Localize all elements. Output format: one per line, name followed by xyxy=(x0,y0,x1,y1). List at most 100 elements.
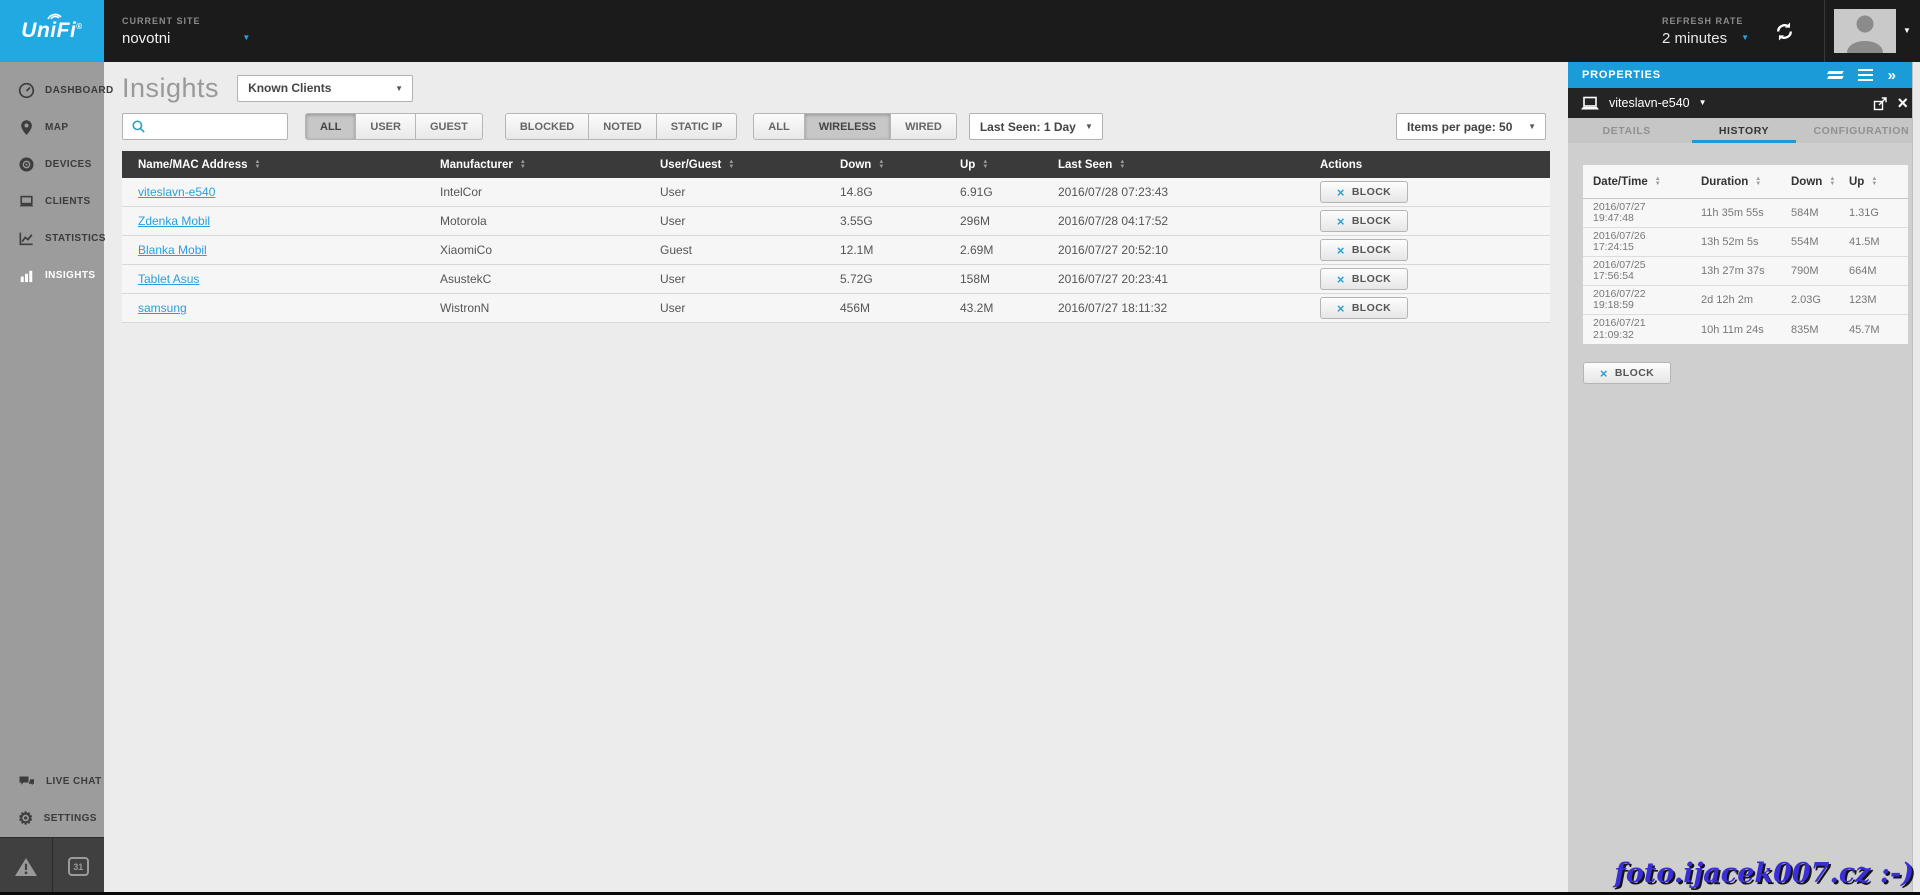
user-guest-value: User xyxy=(660,214,840,228)
chat-bubbles-icon xyxy=(18,774,36,790)
col-manufacturer[interactable]: Manufacturer xyxy=(440,159,660,171)
filter-conn-all-button[interactable]: ALL xyxy=(753,113,804,140)
refresh-icon[interactable] xyxy=(1773,20,1796,43)
sort-icon[interactable] xyxy=(520,160,526,170)
client-name-link[interactable]: viteslavn-e540 xyxy=(138,185,215,199)
hcol-duration[interactable]: Duration xyxy=(1701,176,1791,188)
sidebar-item-clients[interactable]: CLIENTS xyxy=(0,183,104,220)
block-x-icon xyxy=(1337,244,1345,257)
sort-icon[interactable] xyxy=(255,160,261,170)
client-name-link[interactable]: samsung xyxy=(138,301,187,315)
hcol-datetime[interactable]: Date/Time xyxy=(1583,176,1701,188)
menu-icon[interactable] xyxy=(1858,66,1873,84)
refresh-rate-label: REFRESH RATE xyxy=(1662,16,1749,26)
filter-all-button[interactable]: ALL xyxy=(305,113,356,140)
block-button[interactable]: BLOCK xyxy=(1320,268,1408,290)
top-bar: UniFi® CURRENT SITE novotni REFRESH RATE… xyxy=(0,0,1920,62)
sort-icon[interactable] xyxy=(982,160,988,170)
filter-static-ip-button[interactable]: STATIC IP xyxy=(657,113,738,140)
filter-wired-button[interactable]: WIRED xyxy=(891,113,957,140)
col-last-seen[interactable]: Last Seen xyxy=(1058,159,1320,171)
block-button[interactable]: BLOCK xyxy=(1320,181,1408,203)
hcol-down[interactable]: Down xyxy=(1791,176,1849,188)
sidebar-item-label: STATISTICS xyxy=(45,233,106,244)
block-button[interactable]: BLOCK xyxy=(1320,239,1408,261)
sort-icon[interactable] xyxy=(1871,177,1877,187)
current-site-selector[interactable]: CURRENT SITE novotni xyxy=(122,0,250,62)
panel-block-button[interactable]: BLOCK xyxy=(1583,362,1671,384)
history-down: 554M xyxy=(1791,236,1849,248)
user-menu[interactable] xyxy=(1824,0,1920,62)
properties-client-bar: viteslavn-e540 xyxy=(1568,88,1920,118)
sidebar-item-settings[interactable]: ⚙ SETTINGS xyxy=(0,800,104,837)
collapse-panel-right-icon[interactable] xyxy=(1888,68,1896,83)
sidebar-item-map[interactable]: MAP xyxy=(0,109,104,146)
filter-wireless-button[interactable]: WIRELESS xyxy=(805,113,891,140)
block-x-icon xyxy=(1337,215,1345,228)
search-box[interactable] xyxy=(122,113,288,140)
sort-icon[interactable] xyxy=(878,160,884,170)
last-seen-dropdown[interactable]: Last Seen: 1 Day xyxy=(969,113,1103,140)
events-button[interactable]: 31 xyxy=(52,838,105,895)
popout-icon[interactable] xyxy=(1873,96,1888,111)
history-date: 2016/07/21 xyxy=(1593,317,1646,329)
history-up: 664M xyxy=(1849,265,1908,277)
sidebar-item-dashboard[interactable]: DASHBOARD xyxy=(0,72,104,109)
properties-panel: PROPERTIES viteslavn-e540 xyxy=(1568,62,1920,895)
search-input[interactable] xyxy=(152,119,279,135)
panel-scrollbar[interactable] xyxy=(1912,62,1920,895)
history-up: 41.5M xyxy=(1849,236,1908,248)
sidebar-item-live-chat[interactable]: LIVE CHAT xyxy=(0,763,104,800)
block-x-icon xyxy=(1600,367,1608,380)
site-dropdown-caret-icon[interactable] xyxy=(242,34,250,42)
laptop-icon xyxy=(18,193,35,210)
view-selector-value: Known Clients xyxy=(248,81,331,95)
properties-tabs: DETAILS HISTORY CONFIGURATION xyxy=(1568,118,1920,143)
block-x-icon xyxy=(1337,186,1345,199)
refresh-rate-caret-icon[interactable] xyxy=(1741,34,1749,42)
sidebar-item-devices[interactable]: DEVICES xyxy=(0,146,104,183)
collapse-panels-icon[interactable] xyxy=(1828,69,1843,82)
sidebar-item-insights[interactable]: INSIGHTS xyxy=(0,257,104,294)
sidebar-item-statistics[interactable]: STATISTICS xyxy=(0,220,104,257)
sidebar-item-label: DEVICES xyxy=(45,159,92,170)
col-name[interactable]: Name/MAC Address xyxy=(122,159,440,171)
sort-icon[interactable] xyxy=(1755,177,1761,187)
block-button[interactable]: BLOCK xyxy=(1320,297,1408,319)
block-button[interactable]: BLOCK xyxy=(1320,210,1408,232)
filter-blocked-button[interactable]: BLOCKED xyxy=(505,113,589,140)
client-name-link[interactable]: Zdenka Mobil xyxy=(138,214,210,228)
sort-icon[interactable] xyxy=(1829,177,1835,187)
properties-client-name[interactable]: viteslavn-e540 xyxy=(1609,96,1690,110)
history-row: 2016/07/2121:09:32 10h 11m 24s 835M 45.7… xyxy=(1583,315,1908,344)
client-name-link[interactable]: Blanka Mobil xyxy=(138,243,207,257)
col-up[interactable]: Up xyxy=(960,159,1058,171)
col-user-guest[interactable]: User/Guest xyxy=(660,159,840,171)
col-down[interactable]: Down xyxy=(840,159,960,171)
close-icon[interactable] xyxy=(1897,94,1908,112)
history-duration: 13h 52m 5s xyxy=(1701,236,1791,248)
refresh-rate-selector[interactable]: REFRESH RATE 2 minutes xyxy=(1662,16,1749,47)
current-site-label: CURRENT SITE xyxy=(122,16,250,26)
sort-icon[interactable] xyxy=(728,160,734,170)
alerts-button[interactable] xyxy=(0,838,52,895)
sort-icon[interactable] xyxy=(1119,160,1125,170)
client-name-link[interactable]: Tablet Asus xyxy=(138,272,199,286)
tab-history[interactable]: HISTORY xyxy=(1685,118,1802,143)
last-seen-value: 2016/07/27 18:11:32 xyxy=(1058,301,1320,315)
last-seen-value: 2016/07/28 07:23:43 xyxy=(1058,185,1320,199)
view-selector-dropdown[interactable]: Known Clients xyxy=(237,75,413,102)
down-value: 14.8G xyxy=(840,185,960,199)
filter-noted-button[interactable]: NOTED xyxy=(589,113,657,140)
sort-icon[interactable] xyxy=(1655,177,1661,187)
history-row: 2016/07/2719:47:48 11h 35m 55s 584M 1.31… xyxy=(1583,199,1908,228)
tab-details[interactable]: DETAILS xyxy=(1568,118,1685,143)
tab-configuration[interactable]: CONFIGURATION xyxy=(1803,118,1920,143)
filter-guest-button[interactable]: GUEST xyxy=(416,113,483,140)
user-menu-caret-icon[interactable] xyxy=(1903,27,1911,35)
client-dropdown-caret-icon[interactable] xyxy=(1699,99,1707,107)
hcol-up[interactable]: Up xyxy=(1849,176,1908,188)
sidebar: DASHBOARD MAP DEVICES xyxy=(0,62,104,895)
filter-user-button[interactable]: USER xyxy=(356,113,416,140)
items-per-page-dropdown[interactable]: Items per page: 50 xyxy=(1396,113,1546,140)
